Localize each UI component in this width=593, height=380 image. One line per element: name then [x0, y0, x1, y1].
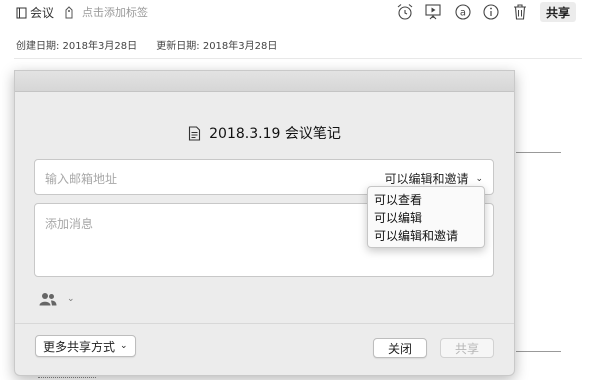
note-content-line — [516, 152, 561, 153]
at-icon[interactable]: a — [453, 2, 473, 22]
alarm-icon[interactable] — [395, 2, 415, 22]
note-content-line — [516, 351, 561, 352]
tag-field[interactable]: 点击添加标签 — [64, 4, 148, 20]
dialog-title: 2018.3.19 会议笔记 — [15, 123, 514, 143]
created-date: 创建日期: 2018年3月28日 — [16, 41, 138, 52]
message-placeholder: 添加消息 — [45, 217, 94, 231]
more-share-label: 更多共享方式 — [43, 339, 116, 354]
notebook-label: 会议 — [30, 6, 55, 20]
chevron-down-icon: ⌄ — [67, 294, 75, 304]
note-icon — [189, 125, 201, 141]
svg-text:a: a — [460, 8, 466, 19]
more-share-options[interactable]: 更多共享方式 ⌄ — [35, 335, 136, 357]
permission-selected: 可以编辑和邀请 — [384, 172, 469, 186]
tag-icon — [65, 5, 73, 18]
dialog-title-text: 2018.3.19 会议笔记 — [209, 126, 341, 142]
header-divider — [14, 58, 582, 59]
footer-divider — [15, 323, 514, 324]
chevron-down-icon: ⌄ — [120, 341, 128, 351]
presentation-icon[interactable] — [423, 2, 443, 22]
tag-placeholder: 点击添加标签 — [82, 6, 148, 19]
trash-icon[interactable] — [510, 2, 530, 22]
people-icon — [39, 293, 57, 306]
permission-option-edit[interactable]: 可以编辑 — [368, 209, 484, 227]
share-button-top[interactable]: 共享 — [540, 2, 577, 22]
notebook-icon — [16, 7, 27, 18]
permission-menu: 可以查看 可以编辑 可以编辑和邀请 — [367, 186, 485, 248]
sheet-header — [15, 71, 514, 92]
permission-option-edit-invite[interactable]: 可以编辑和邀请 — [368, 227, 484, 245]
notebook-selector[interactable]: 会议 — [16, 4, 54, 21]
chevron-down-icon: ⌄ — [475, 173, 483, 184]
note-dates: 创建日期: 2018年3月28日 更新日期: 2018年3月28日 — [16, 37, 293, 52]
participants-button[interactable]: ⌄ — [39, 292, 75, 306]
share-button[interactable]: 共享 — [440, 338, 494, 358]
permission-select[interactable]: 可以编辑和邀请 ⌄ — [384, 170, 483, 187]
updated-date: 更新日期: 2018年3月28日 — [156, 41, 278, 52]
email-placeholder: 输入邮箱地址 — [45, 172, 118, 186]
close-button[interactable]: 关闭 — [373, 338, 427, 358]
info-icon[interactable] — [481, 2, 501, 22]
permission-option-view[interactable]: 可以查看 — [368, 191, 484, 209]
note-toolbar: 会议 点击添加标签 a 共享 — [0, 0, 593, 24]
